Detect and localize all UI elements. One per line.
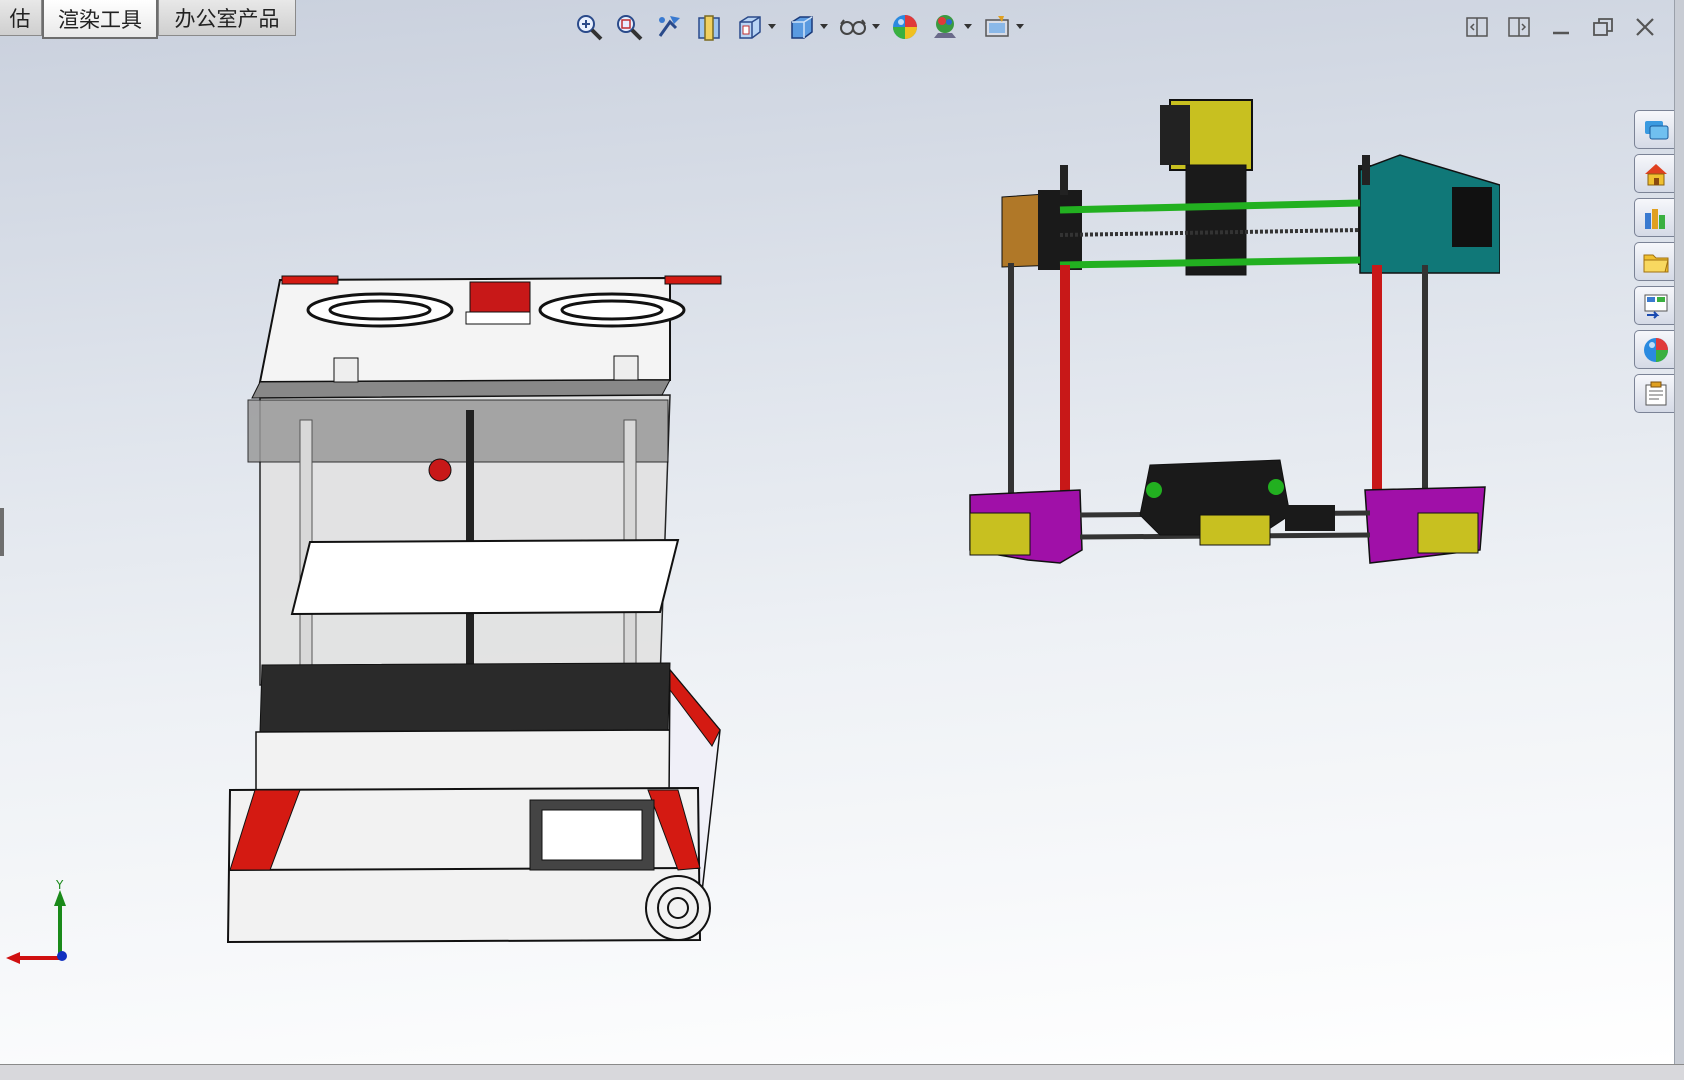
appearances-scenes-icon — [1643, 337, 1668, 362]
printer-enclosure-model[interactable] — [200, 270, 800, 960]
solidworks-window: 估 渲染工具 办公室产品 Y — [0, 0, 1684, 1080]
hide-show-items-dropdown[interactable] — [870, 10, 882, 44]
window-controls — [1460, 10, 1662, 44]
home-icon — [1644, 163, 1667, 185]
view-palette-icon — [1644, 294, 1667, 319]
printer-frame-model[interactable] — [960, 95, 1500, 615]
tile-right-icon — [1508, 17, 1530, 37]
tab-evaluate[interactable]: 估 — [0, 0, 42, 36]
close-button[interactable] — [1628, 10, 1662, 44]
status-bar — [0, 1064, 1684, 1080]
feature-manager-flyout-tab[interactable] — [0, 508, 4, 556]
display-style-icon — [791, 16, 813, 39]
apply-scene-button[interactable] — [928, 10, 962, 44]
view-orientation-icon — [739, 16, 761, 39]
tab-label: 估 — [9, 6, 31, 31]
display-style-button[interactable] — [784, 10, 818, 44]
hide-show-items-button[interactable] — [836, 10, 870, 44]
chevron-down-icon — [1016, 24, 1024, 29]
restore-icon — [1593, 18, 1613, 36]
zoom-to-fit-button[interactable] — [572, 10, 606, 44]
chevron-down-icon — [768, 24, 776, 29]
view-settings-icon — [985, 16, 1009, 37]
folder-icon — [1643, 254, 1669, 272]
solidworks-resources-tab[interactable] — [1634, 110, 1674, 149]
chevron-down-icon — [964, 24, 972, 29]
tab-label: 办公室产品 — [174, 6, 280, 31]
tab-label: 渲染工具 — [58, 7, 142, 32]
previous-view-button[interactable] — [652, 10, 686, 44]
chevron-down-icon — [872, 24, 880, 29]
tile-right-button[interactable] — [1502, 10, 1536, 44]
edit-appearance-icon — [893, 15, 917, 39]
view-orientation-button[interactable] — [732, 10, 766, 44]
section-view-button[interactable] — [692, 10, 726, 44]
solidworks-resources-icon — [1644, 120, 1668, 139]
display-style-dropdown[interactable] — [818, 10, 830, 44]
zoom-to-fit-icon — [577, 15, 603, 41]
design-library-icon — [1644, 208, 1665, 229]
minimize-button[interactable] — [1544, 10, 1578, 44]
close-icon — [1636, 18, 1654, 36]
zoom-to-area-button[interactable] — [612, 10, 646, 44]
section-view-icon — [698, 15, 720, 41]
home-tab[interactable] — [1634, 154, 1674, 193]
file-explorer-tab[interactable] — [1634, 242, 1674, 281]
chevron-down-icon — [820, 24, 828, 29]
appearances-scenes-tab[interactable] — [1634, 330, 1674, 369]
triad-y-label: Y — [55, 880, 64, 892]
custom-properties-icon — [1645, 381, 1666, 405]
apply-scene-dropdown[interactable] — [962, 10, 974, 44]
apply-scene-icon — [934, 15, 956, 38]
design-library-tab[interactable] — [1634, 198, 1674, 237]
previous-view-icon — [658, 16, 680, 37]
zoom-to-area-icon — [617, 15, 643, 41]
reference-triad: Y — [6, 880, 67, 964]
view-palette-tab[interactable] — [1634, 286, 1674, 325]
task-pane-tabs — [1634, 110, 1674, 413]
tile-left-icon — [1466, 17, 1488, 37]
tab-render-tools[interactable]: 渲染工具 — [42, 0, 158, 39]
tile-left-button[interactable] — [1460, 10, 1494, 44]
heads-up-view-toolbar — [572, 8, 1026, 46]
view-settings-dropdown[interactable] — [1014, 10, 1026, 44]
window-edge — [1675, 0, 1684, 1064]
view-orientation-dropdown[interactable] — [766, 10, 778, 44]
graphics-area[interactable]: 估 渲染工具 办公室产品 Y — [0, 0, 1675, 1065]
tab-office-products[interactable]: 办公室产品 — [158, 0, 296, 36]
hide-show-items-icon — [840, 19, 866, 35]
view-settings-button[interactable] — [980, 10, 1014, 44]
minimize-icon — [1553, 31, 1569, 35]
edit-appearance-button[interactable] — [888, 10, 922, 44]
custom-properties-tab[interactable] — [1634, 374, 1674, 413]
restore-button[interactable] — [1586, 10, 1620, 44]
